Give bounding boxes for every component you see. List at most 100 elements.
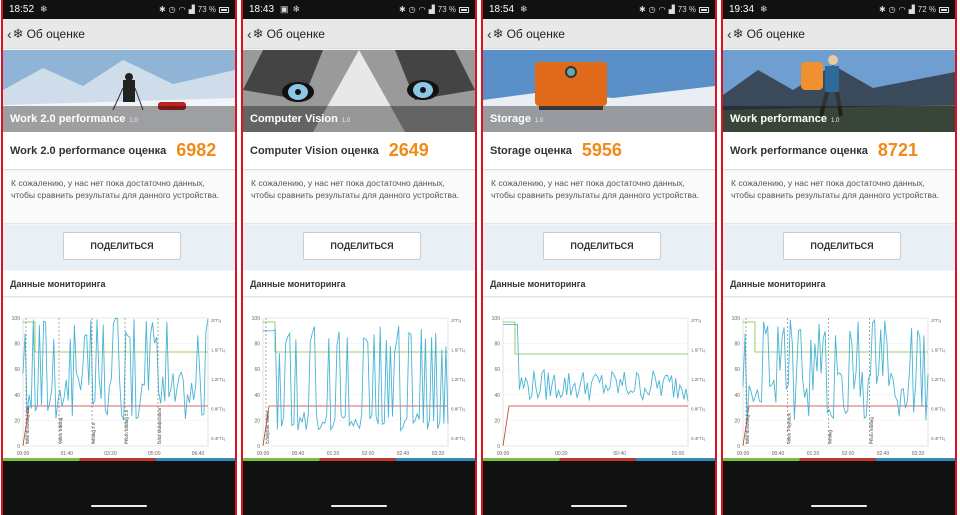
home-gesture-bar[interactable] xyxy=(331,505,387,507)
image-icon: ▣ xyxy=(280,4,289,14)
chevron-left-icon[interactable]: ‹ xyxy=(727,26,732,42)
battery-icon xyxy=(459,6,469,13)
chevron-left-icon[interactable]: ‹ xyxy=(487,26,492,42)
y-tick-label: 40 xyxy=(734,393,740,399)
home-gesture-bar[interactable] xyxy=(571,505,627,507)
snowflake-icon: ❄ xyxy=(292,4,301,14)
snowflake-icon: ❄ xyxy=(40,4,48,14)
workload-marker-label: Web Browsing 2.0 xyxy=(25,407,30,444)
y-right-tick-label: 0.8ГГц xyxy=(211,407,225,412)
y-tick-label: 0 xyxy=(737,444,740,450)
y-tick-label: 60 xyxy=(494,367,500,373)
home-gesture-bar[interactable] xyxy=(811,505,867,507)
y-tick-label: 60 xyxy=(734,367,740,373)
y-right-tick-label: 1.2ГГц xyxy=(931,377,945,382)
hero-banner: Work 2.0 performance 1.0 xyxy=(3,50,235,132)
y-tick-label: 100 xyxy=(492,316,501,322)
battery-text: 73 % xyxy=(437,5,456,14)
y-tick-label: 20 xyxy=(494,418,500,424)
battery-text: 73 % xyxy=(197,5,216,14)
app-bar: ‹ ❄ Об оценке xyxy=(483,19,715,49)
chevron-left-icon[interactable]: ‹ xyxy=(247,26,252,42)
x-tick-label: 00:00 xyxy=(17,451,30,457)
monitoring-chart-svg: 100 80 60 40 20 0 2ГГц 1.6ГГц 1.2ГГц 0.8ГГц 0.4ГГц… xyxy=(492,316,705,457)
app-bar-title: Об оценке xyxy=(266,26,325,41)
color-stripe xyxy=(3,458,235,461)
y-tick-label: 100 xyxy=(732,316,741,322)
score-row: Work performance оценка 8721 xyxy=(723,132,955,170)
score-value: 2649 xyxy=(388,140,429,160)
x-tick-label: 00:20 xyxy=(555,451,568,457)
chevron-left-icon[interactable]: ‹ xyxy=(7,26,12,42)
monitoring-chart-svg: 100 80 60 40 20 0 2ГГц 1.6ГГц 1.2ГГц 0.8ГГц 0.4ГГц… xyxy=(12,316,225,457)
alarm-icon: ◷ xyxy=(408,5,416,14)
share-button[interactable]: ПОДЕЛИТЬСЯ xyxy=(543,232,661,260)
hero-title: Storage 1.0 xyxy=(490,113,544,125)
signal-icon: ▟ xyxy=(188,5,195,14)
cpu-load-trace xyxy=(263,326,449,433)
workload-marker-label: Data Manipulation xyxy=(157,407,162,444)
y-tick-label: 0 xyxy=(257,444,260,450)
wifi-icon: ◠ xyxy=(658,5,666,14)
status-icons: ✱ ◷ ◠ ▟ 73 % xyxy=(639,5,709,14)
red-trace xyxy=(22,405,208,447)
snowflake-icon: ❄ xyxy=(12,25,24,41)
status-bar: 18:43 ▣ ❄ ✱ ◷ ◠ ▟ 73 % xyxy=(243,0,475,19)
monitoring-chart: 100 80 60 40 20 0 2ГГц 1.6ГГц 1.2ГГц 0.8ГГц 0.4ГГц… xyxy=(483,298,715,458)
monitoring-chart: 100 80 60 40 20 0 2ГГц 1.6ГГц 1.2ГГц 0.8ГГц 0.4ГГц… xyxy=(723,298,955,458)
panel-work-performance: 19:34 ❄ ✱ ◷ ◠ ▟ 72 % ‹ ❄ Об оценке Work … xyxy=(721,0,957,515)
x-tick-label: 06:40 xyxy=(192,451,205,457)
bluetooth-icon: ✱ xyxy=(878,5,886,14)
snowflake-icon: ❄ xyxy=(520,4,528,14)
y-tick-label: 80 xyxy=(254,342,260,348)
signal-icon: ▟ xyxy=(908,5,915,14)
status-icons: ✱ ◷ ◠ ▟ 72 % xyxy=(879,5,949,14)
share-button[interactable]: ПОДЕЛИТЬСЯ xyxy=(783,232,901,260)
score-label: Storage оценка xyxy=(490,144,572,157)
x-tick-label: 03:20 xyxy=(104,451,117,457)
status-time: 19:34 xyxy=(729,4,755,15)
monitoring-chart-svg: 100 80 60 40 20 0 2ГГц 1.6ГГц 1.2ГГц 0.8ГГц 0.4ГГц… xyxy=(252,316,465,457)
snowflake-icon: ❄ xyxy=(492,25,504,41)
x-tick-label: 00:00 xyxy=(497,451,510,457)
x-tick-label: 02:40 xyxy=(397,451,410,457)
bluetooth-icon: ✱ xyxy=(398,5,406,14)
plot-frame xyxy=(22,317,209,447)
app-bar-title: Об оценке xyxy=(746,26,805,41)
alarm-icon: ◷ xyxy=(648,5,656,14)
y-right-tick-label: 0.4ГГц xyxy=(691,436,705,441)
workload-marker-label: Video Editing xyxy=(58,417,63,444)
y-tick-label: 20 xyxy=(14,418,20,424)
monitoring-chart: 100 80 60 40 20 0 2ГГц 1.6ГГц 1.2ГГц 0.8ГГц 0.4ГГц… xyxy=(243,298,475,458)
green-trace xyxy=(23,321,208,353)
app-bar: ‹ ❄ Об оценке xyxy=(723,19,955,49)
panel-storage: 18:54 ❄ ✱ ◷ ◠ ▟ 73 % ‹ ❄ Об оценке Stora… xyxy=(481,0,717,515)
y-right-tick-label: 1.2ГГц xyxy=(691,377,705,382)
x-tick-label: 02:00 xyxy=(842,451,855,457)
y-tick-label: 40 xyxy=(494,393,500,399)
score-label: Computer Vision оценка xyxy=(250,144,379,157)
alarm-icon: ◷ xyxy=(888,5,896,14)
y-right-tick-label: 2ГГц xyxy=(211,318,221,323)
battery-icon xyxy=(939,6,949,13)
alarm-icon: ◷ xyxy=(168,5,176,14)
y-right-tick-label: 2ГГц xyxy=(691,318,701,323)
app-bar-title: Об оценке xyxy=(26,26,85,41)
red-trace xyxy=(262,405,448,447)
nav-bar xyxy=(3,458,235,515)
status-time: 18:52 xyxy=(9,4,35,15)
green-trace xyxy=(503,321,688,355)
y-tick-label: 0 xyxy=(497,444,500,450)
nav-bar xyxy=(243,458,475,515)
share-button[interactable]: ПОДЕЛИТЬСЯ xyxy=(303,232,421,260)
cpu-load-trace xyxy=(503,323,689,402)
share-area: ПОДЕЛИТЬСЯ xyxy=(243,225,475,270)
status-icons: ✱ ◷ ◠ ▟ 73 % xyxy=(159,5,229,14)
share-button[interactable]: ПОДЕЛИТЬСЯ xyxy=(63,232,181,260)
score-row: Computer Vision оценка 2649 xyxy=(243,132,475,170)
y-right-tick-label: 0.8ГГц xyxy=(691,407,705,412)
workload-marker-label: Web Browsing xyxy=(745,415,750,444)
home-gesture-bar[interactable] xyxy=(91,505,147,507)
y-right-tick-label: 2ГГц xyxy=(931,318,941,323)
workload-marker-label: Writing xyxy=(828,430,833,444)
